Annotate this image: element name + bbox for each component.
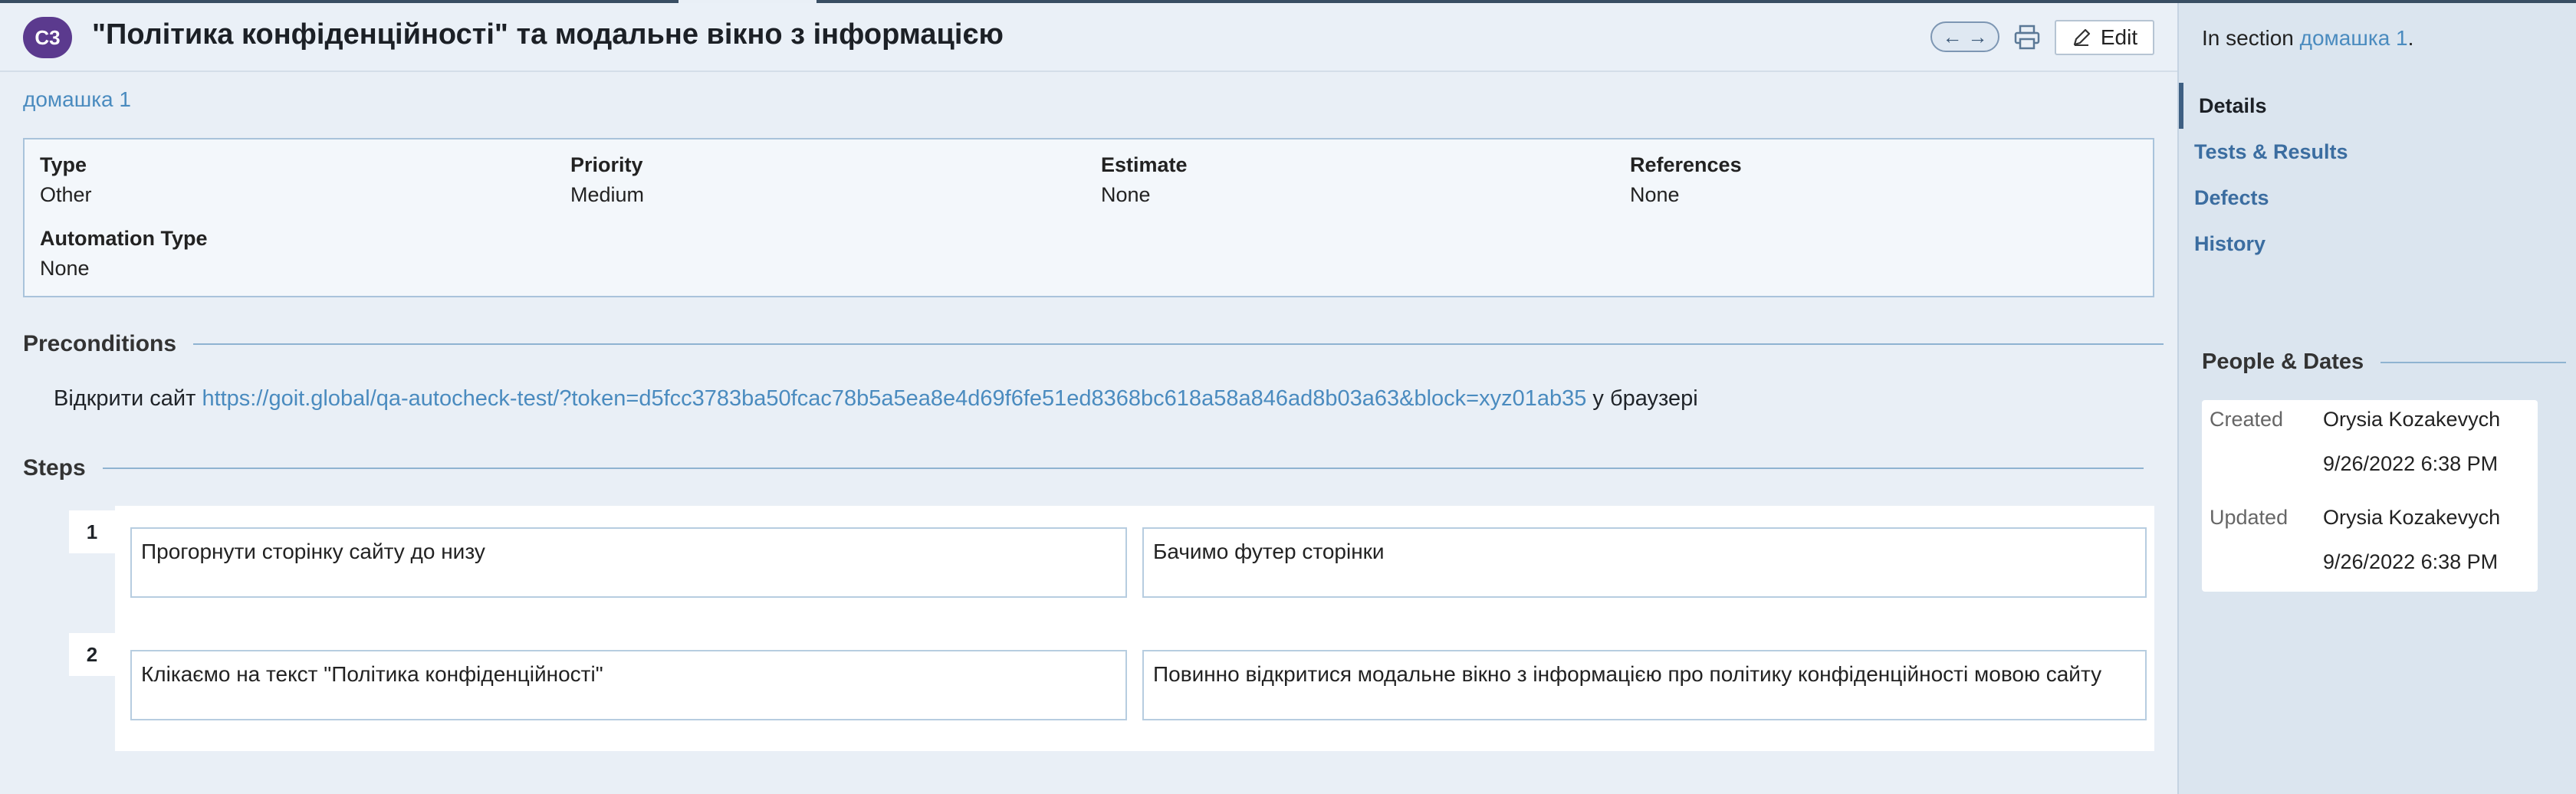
preconditions-text: Відкрити сайт https://goit.global/qa-aut… [54, 386, 1698, 412]
created-label: Created [2210, 408, 2284, 431]
prop-value: None [40, 257, 90, 280]
step-expected[interactable]: Повинно відкритися модальне вікно з інфо… [1142, 650, 2147, 720]
sidebar-item-history[interactable]: History [2179, 221, 2576, 267]
updated-by: Orysia Kozakevych [2323, 506, 2501, 529]
arrow-left-icon[interactable]: ← [1943, 27, 1963, 47]
prop-label: References [1630, 153, 1742, 176]
prop-label: Type [40, 153, 87, 176]
people-dates-panel: Created Orysia Kozakevych 9/26/2022 6:38… [2202, 400, 2538, 592]
edit-button[interactable]: Edit [2055, 20, 2154, 55]
page-title: "Політика конфіденційності" та модальне … [92, 18, 1004, 51]
in-section-text: In section домашка 1. [2202, 26, 2413, 51]
prop-value: Other [40, 183, 92, 206]
sidebar-item-defects[interactable]: Defects [2179, 175, 2576, 221]
sidebar-nav: Details Tests & Results Defects History [2179, 83, 2576, 267]
section-link[interactable]: домашка 1 [23, 87, 131, 112]
steps-heading: Steps [23, 455, 2144, 481]
pencil-icon [2073, 28, 2090, 46]
sidebar-item-details[interactable]: Details [2179, 83, 2576, 129]
in-section-prefix: In section [2202, 26, 2300, 50]
prop-label: Estimate [1101, 153, 1188, 176]
print-button[interactable] [2012, 23, 2042, 52]
divider [102, 468, 2144, 469]
preconditions-title: Preconditions [23, 331, 177, 356]
prop-value: None [1630, 183, 1680, 206]
preconditions-heading: Preconditions [23, 331, 2164, 357]
step-action[interactable]: Прогорнути сторінку сайту до низу [130, 527, 1127, 598]
title-bar: C3 "Політика конфіденційності" та модаль… [0, 3, 2177, 72]
created-at: 9/26/2022 6:38 PM [2323, 452, 2499, 475]
steps-title: Steps [23, 455, 86, 481]
step-number: 2 [69, 633, 115, 676]
arrow-right-icon[interactable]: → [1968, 27, 1988, 47]
properties-panel: Type Other Priority Medium Estimate None… [23, 138, 2154, 297]
people-dates-title: People & Dates [2202, 349, 2364, 374]
prop-references: References None [1630, 153, 1742, 207]
main-content: C3 "Політика конфіденційності" та модаль… [0, 3, 2177, 794]
prop-label: Automation Type [40, 227, 208, 250]
edit-label: Edit [2100, 25, 2138, 49]
step-expected[interactable]: Бачимо футер сторінки [1142, 527, 2147, 598]
prop-value: Medium [570, 183, 645, 206]
prop-type: Type Other [40, 153, 92, 207]
updated-at: 9/26/2022 6:38 PM [2323, 550, 2499, 573]
precondition-url-link[interactable]: https://goit.global/qa-autocheck-test/?t… [202, 386, 1586, 411]
in-section-link[interactable]: домашка 1 [2300, 26, 2408, 50]
in-section-suffix: . [2407, 26, 2414, 50]
sidebar-item-tests-results[interactable]: Tests & Results [2179, 129, 2576, 175]
step-number: 1 [69, 510, 115, 553]
prev-next-nav: ← → [1930, 21, 1999, 52]
precondition-suffix: у браузері [1586, 386, 1698, 411]
prop-priority: Priority Medium [570, 153, 644, 207]
prop-automation-type: Automation Type None [40, 227, 208, 281]
people-dates-heading: People & Dates [2202, 349, 2567, 375]
step-action[interactable]: Клікаємо на текст "Політика конфіденційн… [130, 650, 1127, 720]
prop-estimate: Estimate None [1101, 153, 1188, 207]
right-sidebar: In section домашка 1. Details Tests & Re… [2177, 3, 2576, 794]
divider [193, 343, 2164, 345]
steps-table: Прогорнути сторінку сайту до низу Бачимо… [115, 506, 2154, 751]
case-id-badge: C3 [23, 17, 72, 58]
divider [2380, 361, 2567, 363]
precondition-prefix: Відкрити сайт [54, 386, 202, 411]
prop-label: Priority [570, 153, 643, 176]
printer-icon [2014, 25, 2040, 50]
updated-label: Updated [2210, 506, 2288, 529]
prop-value: None [1101, 183, 1151, 206]
created-by: Orysia Kozakevych [2323, 408, 2501, 431]
